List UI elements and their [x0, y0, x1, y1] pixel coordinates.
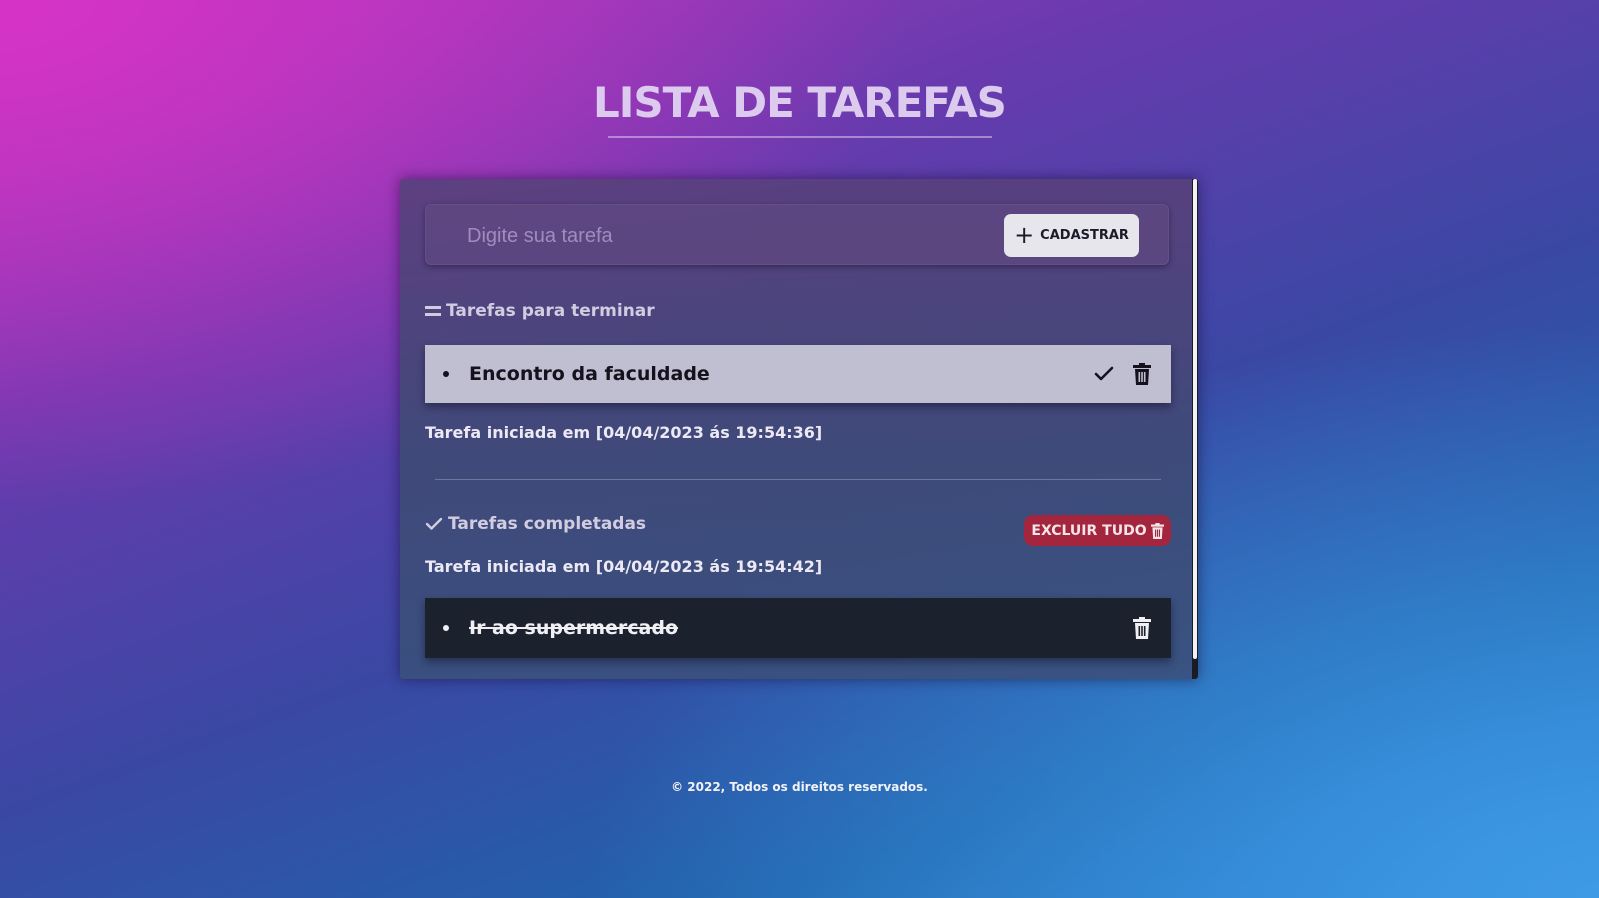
title-underline	[608, 136, 992, 138]
task-text: Ir ao supermercado	[469, 617, 679, 639]
check-icon	[425, 517, 443, 530]
add-task-label: CADASTRAR	[1040, 228, 1129, 243]
completed-section-heading: Tarefas completadas	[425, 514, 646, 534]
task-form: + CADASTRAR	[425, 204, 1169, 265]
task-actions	[1091, 361, 1155, 387]
task-list-card: + CADASTRAR Tarefas para terminar Encont…	[400, 179, 1198, 679]
page-title: LISTA DE TAREFAS	[593, 78, 1007, 127]
trash-icon	[1150, 522, 1164, 539]
delete-task-button[interactable]	[1129, 361, 1155, 387]
footer-copyright: © 2022, Todos os direitos reservados.	[671, 780, 928, 794]
trash-icon	[1133, 617, 1151, 639]
scrollbar-thumb[interactable]	[1193, 179, 1197, 659]
section-divider	[435, 479, 1161, 480]
plus-icon: +	[1014, 220, 1035, 249]
clear-completed-label: EXCLUIR TUDO	[1031, 522, 1147, 539]
pending-heading-text: Tarefas para terminar	[446, 301, 655, 321]
equals-icon	[425, 306, 441, 316]
task-input[interactable]	[465, 218, 989, 254]
completed-task-item: Ir ao supermercado	[425, 598, 1171, 658]
clear-completed-button[interactable]: EXCLUIR TUDO	[1024, 515, 1171, 546]
pending-section-heading: Tarefas para terminar	[425, 301, 655, 321]
list-bullet	[443, 371, 449, 377]
trash-icon	[1133, 363, 1151, 385]
completed-heading-text: Tarefas completadas	[448, 514, 647, 534]
pending-task-item: Encontro da faculdade	[425, 345, 1171, 403]
list-bullet	[443, 625, 449, 631]
add-task-button[interactable]: + CADASTRAR	[1004, 214, 1139, 257]
completed-task-timestamp: Tarefa iniciada em [04/04/2023 ás 19:54:…	[425, 557, 823, 576]
scrollbar[interactable]	[1192, 179, 1198, 679]
pending-task-timestamp: Tarefa iniciada em [04/04/2023 ás 19:54:…	[425, 423, 823, 442]
task-actions	[1129, 615, 1155, 641]
complete-task-button[interactable]	[1091, 361, 1117, 387]
delete-task-button[interactable]	[1129, 615, 1155, 641]
check-icon	[1094, 366, 1114, 381]
task-text: Encontro da faculdade	[469, 363, 710, 385]
